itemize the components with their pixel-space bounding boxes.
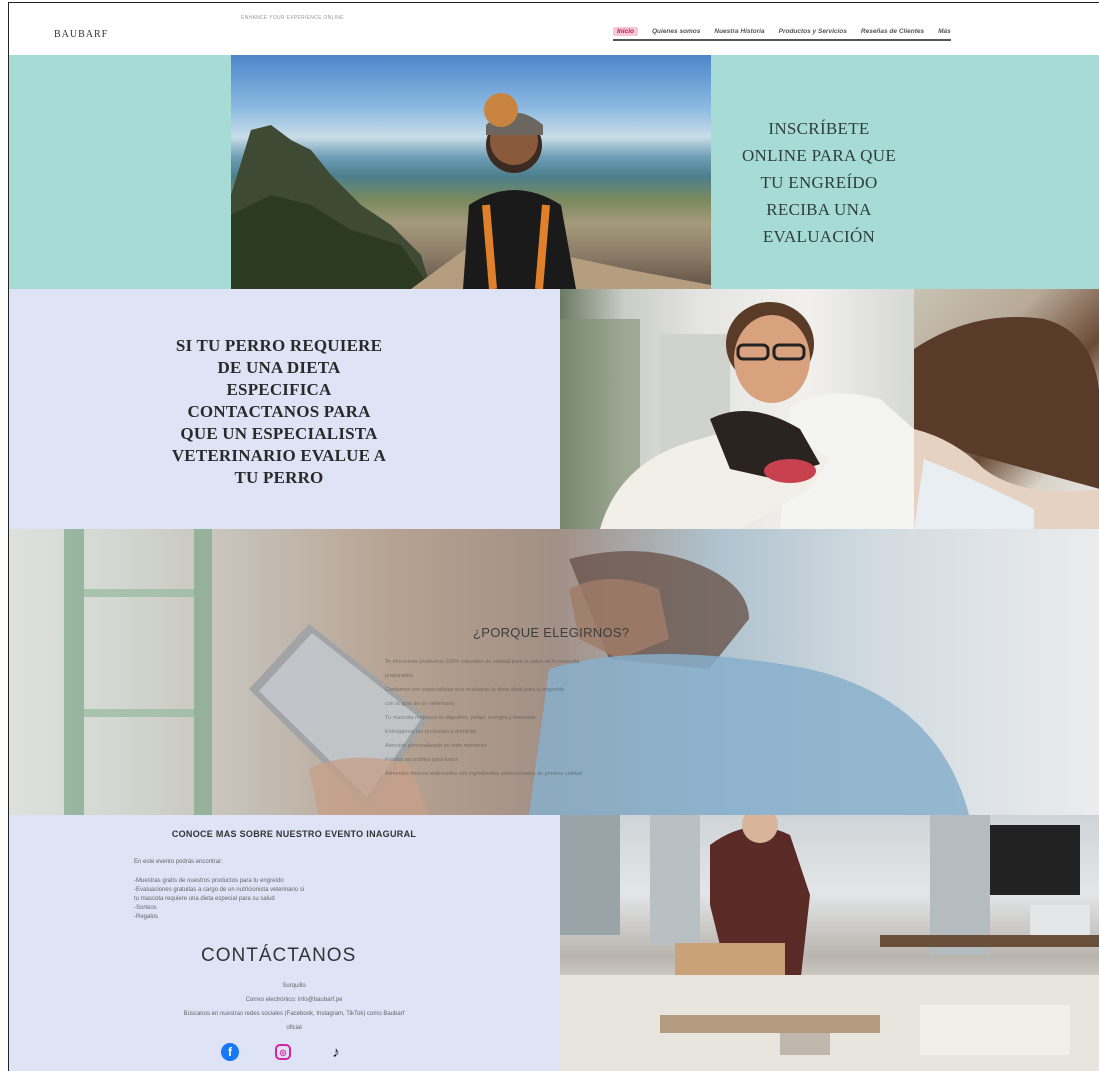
contact-social-text-cont: oficial: [286, 1025, 302, 1031]
diet-line: DE UNA DIETA: [217, 358, 341, 377]
why-us-section: ¿PORQUE ELEGIRNOS? Te ofrecemos producto…: [9, 529, 1099, 815]
event-item: -Evaluaciones gratuitas a cargo de un nu…: [134, 887, 305, 893]
event-contact-section: CONOCE MAS SOBRE NUESTRO EVENTO INAGURAL…: [9, 815, 1099, 1071]
office-photo-illustration: [560, 815, 1099, 1071]
contact-details: Surquillo Correo electrónico: info@bauba…: [129, 979, 459, 1035]
event-contact-panel: CONOCE MAS SOBRE NUESTRO EVENTO INAGURAL…: [9, 815, 560, 1071]
contact-email[interactable]: Correo electrónico: info@baubarf.pe: [129, 993, 459, 1007]
hero-photo-illustration: [231, 93, 711, 289]
event-title: CONOCE MAS SOBRE NUESTRO EVENTO INAGURAL: [171, 829, 417, 839]
nav-item-nuestra-historia[interactable]: Nuestra Historia: [714, 28, 764, 35]
why-us-line: Precios accesibles para todos: [385, 757, 459, 763]
diet-section: SI TU PERRO REQUIERE DE UNA DIETA ESPECI…: [9, 289, 1099, 529]
event-intro: En este evento podrás encontrar:: [134, 859, 223, 865]
vet-with-dog-photo: [560, 289, 914, 529]
social-links: f ◎ ♪: [221, 1043, 345, 1061]
hero-section: INSCRÍBETE ONLINE PARA QUE TU ENGREÍDO R…: [9, 55, 1099, 289]
hero-photo: [231, 55, 711, 289]
woman-with-mask-photo: [914, 289, 1099, 529]
woman-photo-illustration: [914, 317, 1099, 529]
diet-line: ESPECIFICA: [226, 380, 332, 399]
why-us-line: Entregamos los productos a domicilio: [385, 729, 477, 735]
nav-item-mas[interactable]: Más: [938, 28, 951, 35]
diet-line: VETERINARIO EVALUE A: [171, 446, 387, 465]
hero-line: RECIBA UNA: [766, 200, 872, 219]
nav-item-inicio[interactable]: Inicio: [613, 26, 638, 36]
hero-headline: INSCRÍBETE ONLINE PARA QUE TU ENGREÍDO R…: [719, 115, 919, 250]
why-us-line: preparados: [385, 673, 413, 679]
contact-address: Surquillo: [282, 983, 306, 989]
diet-line: SI TU PERRO REQUIERE: [175, 336, 383, 355]
diet-line: TU PERRO: [234, 468, 324, 487]
hero-line: TU ENGREÍDO: [760, 173, 878, 192]
hero-line: INSCRÍBETE: [768, 119, 870, 138]
diet-line: CONTACTANOS PARA: [187, 402, 371, 421]
diet-line: QUE UN ESPECIALISTA: [180, 424, 378, 443]
why-us-list: Te ofrecemos productos 100% naturales de…: [385, 659, 745, 785]
why-us-line: con la guía de un veterinario: [385, 701, 455, 707]
office-photo: [560, 815, 1099, 1071]
event-item: -Sorteos: [134, 905, 157, 911]
why-us-title: ¿PORQUE ELEGIRNOS?: [473, 625, 630, 640]
contact-title: CONTÁCTANOS: [201, 945, 357, 966]
site-tagline: ENHANCE YOUR EXPERIENCE ONLINE: [241, 15, 344, 21]
instagram-icon[interactable]: ◎: [275, 1044, 291, 1060]
contact-social-text: Búscanos en nuestras redes sociales (Fac…: [183, 1011, 405, 1017]
nav-item-productos[interactable]: Productos y Servicios: [779, 28, 847, 35]
event-item: -Muestras gratis de nuestros productos p…: [134, 878, 284, 884]
page-frame: BAUBARF ENHANCE YOUR EXPERIENCE ONLINE I…: [8, 2, 1099, 1071]
facebook-icon[interactable]: f: [221, 1043, 239, 1061]
event-list: -Muestras gratis de nuestros productos p…: [134, 877, 454, 922]
tiktok-icon[interactable]: ♪: [327, 1043, 345, 1061]
hero-line: EVALUACIÓN: [762, 227, 876, 246]
why-us-line: Alimentos frescos elaborados con ingredi…: [385, 771, 583, 777]
nav-item-resenas[interactable]: Reseñas de Clientes: [861, 28, 924, 35]
hero-line: ONLINE PARA QUE: [741, 146, 897, 165]
event-item: -Regalos: [134, 914, 159, 920]
diet-headline: SI TU PERRO REQUIERE DE UNA DIETA ESPECI…: [119, 335, 439, 489]
why-us-line: Contamos con especialistas que evaluarán…: [385, 687, 565, 693]
why-us-line: Atención personalizada en todo momento: [385, 743, 487, 749]
why-us-line: Te ofrecemos productos 100% naturales de…: [385, 659, 580, 665]
site-header: BAUBARF ENHANCE YOUR EXPERIENCE ONLINE I…: [9, 3, 1099, 55]
event-item: tu mascota requiere una dieta especial p…: [134, 896, 275, 902]
site-logo[interactable]: BAUBARF: [54, 29, 108, 40]
nav-item-quienes-somos[interactable]: Quienes somos: [652, 28, 700, 35]
vet-photo-illustration: [560, 302, 914, 529]
why-us-line: Tu mascota mejorará su digestión, pelaje…: [385, 715, 536, 721]
main-nav: Inicio Quienes somos Nuestra Historia Pr…: [613, 25, 951, 41]
